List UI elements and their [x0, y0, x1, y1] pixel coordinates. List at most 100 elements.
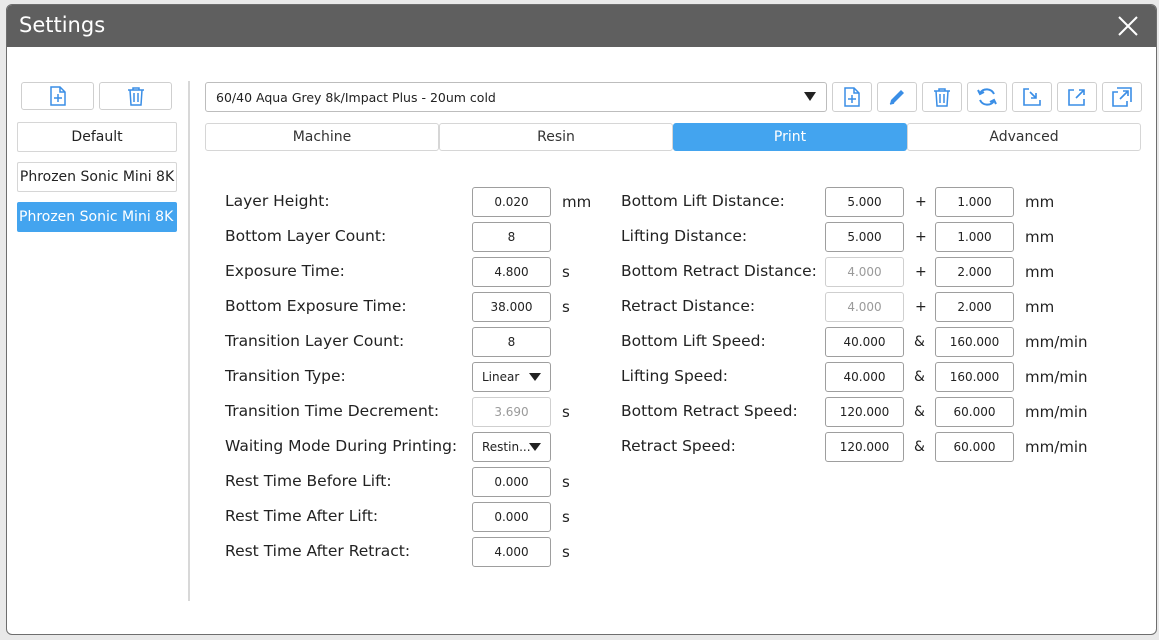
field-label: Rest Time After Lift: — [225, 507, 379, 525]
chevron-down-icon — [804, 92, 816, 101]
new-resin-button[interactable] — [832, 82, 872, 112]
transition-type-select[interactable]: Linear — [472, 362, 551, 392]
retract-speed-2-input[interactable]: 60.000 — [935, 432, 1014, 462]
bottom-lift-speed-input[interactable]: 40.000 — [825, 327, 904, 357]
panel-divider — [188, 81, 190, 601]
settings-dialog: Settings Default Phrozen Sonic Mini 8K P… — [6, 4, 1157, 635]
bottom-retract-distance-2-input[interactable]: 2.000 — [935, 257, 1014, 287]
unit-label: s — [562, 403, 570, 421]
delete-profile-button[interactable] — [99, 82, 172, 110]
waiting-mode-select[interactable]: Restin... — [472, 432, 551, 462]
rest-time-before-lift-input[interactable]: 0.000 — [472, 467, 551, 497]
bottom-layer-count-input[interactable]: 8 — [472, 222, 551, 252]
separator: & — [914, 439, 925, 455]
lifting-speed-input[interactable]: 40.000 — [825, 362, 904, 392]
waiting-mode-value: Restin... — [482, 440, 531, 454]
unit-label: s — [562, 508, 570, 526]
lifting-speed-2-input[interactable]: 160.000 — [935, 362, 1014, 392]
unit-label: mm/min — [1025, 368, 1088, 386]
chevron-down-icon — [529, 443, 541, 451]
edit-resin-button[interactable] — [877, 82, 917, 112]
layer-height-input[interactable]: 0.020 — [472, 187, 551, 217]
export-all-icon — [1112, 87, 1132, 107]
unit-label: mm/min — [1025, 438, 1088, 456]
profile-label: Phrozen Sonic Mini 8K *1 — [19, 209, 177, 225]
import-button[interactable] — [1012, 82, 1052, 112]
lifting-distance-input[interactable]: 5.000 — [825, 222, 904, 252]
profile-item-sonic-mini-8k-1[interactable]: Phrozen Sonic Mini 8K *1 — [17, 202, 177, 232]
export-button[interactable] — [1057, 82, 1097, 112]
tab-machine[interactable]: Machine — [205, 123, 439, 151]
field-label: Exposure Time: — [225, 262, 345, 280]
lifting-distance-2-input[interactable]: 1.000 — [935, 222, 1014, 252]
trash-icon — [127, 87, 144, 106]
export-icon — [1068, 89, 1085, 106]
window-title: Settings — [19, 13, 106, 37]
unit-label: s — [562, 298, 570, 316]
transition-time-decrement-input: 3.690 — [472, 397, 551, 427]
pencil-icon — [889, 90, 904, 105]
field-label: Bottom Retract Distance: — [621, 262, 817, 280]
chevron-down-icon — [529, 373, 541, 381]
transition-layer-count-input[interactable]: 8 — [472, 327, 551, 357]
field-label: Layer Height: — [225, 192, 330, 210]
import-icon — [1023, 88, 1041, 106]
rest-time-after-retract-input[interactable]: 4.000 — [472, 537, 551, 567]
add-file-icon — [844, 87, 860, 107]
tab-resin[interactable]: Resin — [439, 123, 673, 151]
bottom-lift-distance-input[interactable]: 5.000 — [825, 187, 904, 217]
retract-distance-2-input[interactable]: 2.000 — [935, 292, 1014, 322]
field-label: Lifting Distance: — [621, 227, 748, 245]
unit-label: mm — [1025, 228, 1055, 246]
field-label: Bottom Layer Count: — [225, 227, 387, 245]
separator: + — [915, 264, 927, 280]
exposure-time-input[interactable]: 4.800 — [472, 257, 551, 287]
field-label: Waiting Mode During Printing: — [225, 437, 458, 455]
settings-tabs: Machine Resin Print Advanced — [205, 123, 1141, 151]
bottom-exposure-time-input[interactable]: 38.000 — [472, 292, 551, 322]
unit-label: s — [562, 263, 570, 281]
title-bar: Settings — [7, 5, 1156, 47]
field-label: Lifting Speed: — [621, 367, 728, 385]
field-label: Retract Speed: — [621, 437, 736, 455]
bottom-retract-distance-input: 4.000 — [825, 257, 904, 287]
bottom-retract-speed-2-input[interactable]: 60.000 — [935, 397, 1014, 427]
separator: & — [914, 334, 925, 350]
transition-type-value: Linear — [482, 370, 520, 384]
retract-speed-input[interactable]: 120.000 — [825, 432, 904, 462]
add-profile-button[interactable] — [21, 82, 94, 110]
close-icon[interactable] — [1116, 14, 1140, 38]
field-label: Bottom Retract Speed: — [621, 402, 798, 420]
bottom-lift-distance-2-input[interactable]: 1.000 — [935, 187, 1014, 217]
field-label: Bottom Lift Speed: — [621, 332, 766, 350]
bottom-retract-speed-input[interactable]: 120.000 — [825, 397, 904, 427]
unit-label: mm — [1025, 263, 1055, 281]
delete-resin-button[interactable] — [922, 82, 962, 112]
tab-print[interactable]: Print — [673, 123, 907, 151]
trash-icon — [934, 88, 950, 107]
unit-label: mm — [562, 193, 592, 211]
field-label: Rest Time Before Lift: — [225, 472, 392, 490]
unit-label: mm — [1025, 298, 1055, 316]
add-file-icon — [49, 86, 66, 106]
unit-label: mm — [1025, 193, 1055, 211]
unit-label: s — [562, 543, 570, 561]
resin-profile-value: 60/40 Aqua Grey 8k/Impact Plus - 20um co… — [216, 89, 496, 105]
separator: & — [914, 369, 925, 385]
separator: + — [915, 194, 927, 210]
rest-time-after-lift-input[interactable]: 0.000 — [472, 502, 551, 532]
tab-advanced[interactable]: Advanced — [907, 123, 1141, 151]
field-label: Transition Time Decrement: — [225, 402, 440, 420]
resin-profile-select[interactable]: 60/40 Aqua Grey 8k/Impact Plus - 20um co… — [205, 82, 827, 112]
profile-item-sonic-mini-8k[interactable]: Phrozen Sonic Mini 8K — [17, 162, 177, 192]
bottom-lift-speed-2-input[interactable]: 160.000 — [935, 327, 1014, 357]
field-label: Rest Time After Retract: — [225, 542, 411, 560]
field-label: Retract Distance: — [621, 297, 756, 315]
profile-item-default[interactable]: Default — [17, 122, 177, 152]
export-all-button[interactable] — [1102, 82, 1142, 112]
field-label: Transition Layer Count: — [225, 332, 405, 350]
refresh-button[interactable] — [967, 82, 1007, 112]
field-label: Bottom Exposure Time: — [225, 297, 407, 315]
profile-label: Default — [71, 129, 123, 145]
field-label: Transition Type: — [225, 367, 346, 385]
